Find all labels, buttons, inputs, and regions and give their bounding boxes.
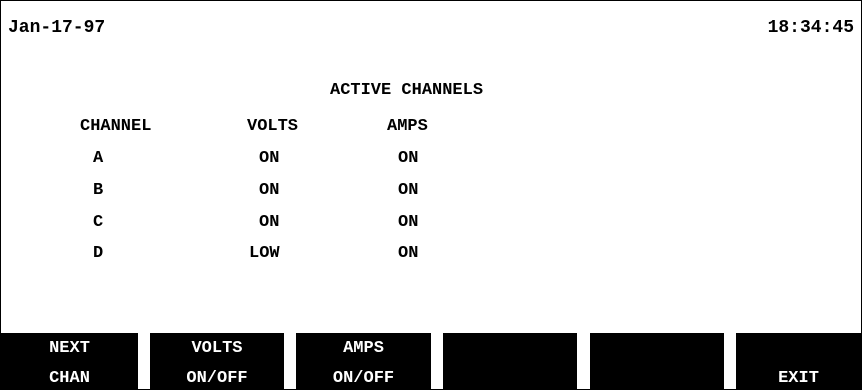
channel-b-amps: ON (398, 181, 419, 200)
softkey-bar: NEXT CHAN VOLTS ON/OFF AMPS ON/OFF EXIT (1, 333, 861, 389)
channel-a-label: A (93, 149, 104, 168)
softkey-label-line1: NEXT (49, 339, 90, 358)
channel-a-amps: ON (398, 149, 419, 168)
channel-d-volts: LOW (249, 244, 280, 263)
channel-d-label: D (93, 244, 104, 263)
softkey-label-line1: VOLTS (191, 339, 243, 358)
channel-b-label: B (93, 181, 104, 200)
page-title: ACTIVE CHANNELS (330, 81, 484, 100)
column-header-amps: AMPS (387, 117, 428, 136)
softkey-label-line2: ON/OFF (186, 369, 248, 388)
softkey-label-line2: CHAN (49, 369, 90, 388)
softkey-label-line2: ON/OFF (332, 369, 395, 388)
softkey-label-line2: EXIT (778, 369, 819, 388)
softkey-label-line1: AMPS (343, 339, 384, 358)
column-header-volts: VOLTS (247, 117, 299, 136)
instrument-screen: Jan-17-97 18:34:45 ACTIVE CHANNELS CHANN… (0, 0, 862, 390)
channel-c-volts: ON (259, 213, 280, 232)
blank-softkey-5[interactable] (590, 333, 724, 389)
next-chan-softkey[interactable]: NEXT CHAN (1, 333, 138, 389)
column-header-channel: CHANNEL (80, 117, 152, 136)
time-display: 18:34:45 (767, 18, 854, 38)
blank-softkey-4[interactable] (443, 333, 577, 389)
channel-a-volts: ON (259, 149, 280, 168)
channel-c-label: C (93, 213, 104, 232)
channel-b-volts: ON (259, 181, 280, 200)
amps-on-off-softkey[interactable]: AMPS ON/OFF (296, 333, 431, 389)
volts-on-off-softkey[interactable]: VOLTS ON/OFF (150, 333, 284, 389)
channel-d-amps: ON (398, 244, 419, 263)
channel-c-amps: ON (398, 213, 419, 232)
exit-softkey[interactable]: EXIT (736, 333, 861, 389)
date-display: Jan-17-97 (8, 18, 106, 38)
